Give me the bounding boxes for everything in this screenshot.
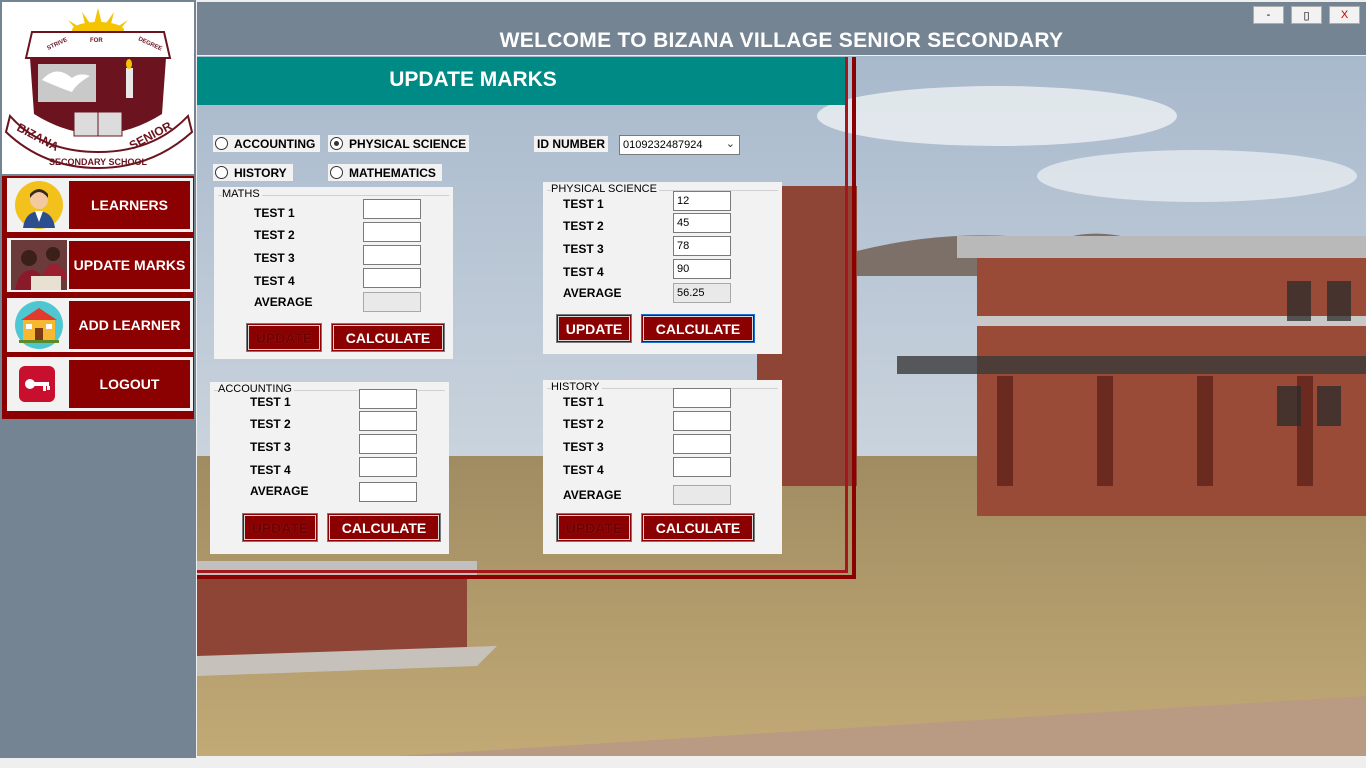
accounting-test4-input[interactable] (359, 457, 417, 477)
history-group: HISTORY TEST 1 TEST 2 TEST 3 TEST 4 AVER… (543, 380, 782, 554)
maths-test3-input[interactable] (363, 245, 421, 265)
accounting-test3-input[interactable] (359, 434, 417, 454)
maths-test2-input[interactable] (363, 222, 421, 242)
group-caption: ACCOUNTING (218, 383, 294, 395)
school-building-icon (11, 300, 67, 350)
radio-history[interactable]: HISTORY (213, 164, 293, 181)
update-marks-title: UPDATE MARKS (389, 68, 557, 91)
key-icon (11, 359, 67, 409)
close-button[interactable]: X (1329, 6, 1360, 24)
test2-label: TEST 2 (250, 417, 291, 431)
radio-dot (330, 137, 343, 150)
group-caption: HISTORY (551, 381, 602, 393)
school-logo: STRIVE FOR DEGREE BIZANA SENIOR SECONDAR… (2, 2, 194, 174)
history-test4-input[interactable] (673, 457, 731, 477)
sidebar-item-label: LOGOUT (69, 360, 190, 408)
accounting-test1-input[interactable] (359, 389, 417, 409)
id-number-label: ID NUMBER (534, 136, 608, 152)
test1-label: TEST 1 (254, 206, 295, 220)
test3-label: TEST 3 (563, 242, 604, 256)
sidebar-item-label: ADD LEARNER (69, 301, 190, 349)
history-calculate-button[interactable]: CALCULATE (641, 513, 755, 542)
radio-physical-science[interactable]: PHYSICAL SCIENCE (328, 135, 469, 152)
sidebar-item-label: UPDATE MARKS (69, 241, 190, 289)
maths-average-field (363, 292, 421, 312)
history-test2-input[interactable] (673, 411, 731, 431)
physical-science-test3-input[interactable]: 78 (673, 236, 731, 256)
nav-panel: LEARNERS UPDATE MARKS ADD LEARNER LOGOUT (2, 176, 194, 419)
minimize-button[interactable]: - (1253, 6, 1284, 24)
test3-label: TEST 3 (254, 251, 295, 265)
svg-text:SECONDARY SCHOOL: SECONDARY SCHOOL (49, 157, 148, 167)
update-marks-header: UPDATE MARKS (197, 57, 845, 105)
svg-text:FOR: FOR (90, 38, 103, 44)
test4-label: TEST 4 (563, 463, 604, 477)
average-label: AVERAGE (563, 488, 622, 502)
maths-test4-input[interactable] (363, 268, 421, 288)
average-label: AVERAGE (254, 295, 313, 309)
average-label: AVERAGE (563, 286, 622, 300)
radio-dot (215, 137, 228, 150)
group-caption: MATHS (222, 188, 262, 200)
physical-science-group: PHYSICAL SCIENCE TEST 1 TEST 2 TEST 3 TE… (543, 182, 782, 354)
sidebar: STRIVE FOR DEGREE BIZANA SENIOR SECONDAR… (0, 0, 196, 758)
physical-science-test4-input[interactable]: 90 (673, 259, 731, 279)
radio-label: HISTORY (234, 165, 287, 180)
sidebar-item-update-marks[interactable]: UPDATE MARKS (7, 238, 193, 292)
maths-calculate-button[interactable]: CALCULATE (331, 323, 445, 352)
physical-science-test1-input[interactable]: 12 (673, 191, 731, 211)
test1-label: TEST 1 (563, 197, 604, 211)
history-test1-input[interactable] (673, 388, 731, 408)
accounting-average-field (359, 482, 417, 502)
sidebar-item-learners[interactable]: LEARNERS (7, 178, 193, 232)
maximize-button[interactable]: ▯ (1291, 6, 1322, 24)
test3-label: TEST 3 (250, 440, 291, 454)
radio-label: MATHEMATICS (349, 165, 436, 180)
history-update-button[interactable]: UPDATE (556, 513, 632, 542)
physical-science-average-field: 56.25 (673, 283, 731, 303)
page-title: WELCOME TO BIZANA VILLAGE SENIOR SECONDA… (499, 29, 1064, 52)
accounting-group: ACCOUNTING TEST 1 TEST 2 TEST 3 TEST 4 A… (210, 382, 449, 554)
test1-label: TEST 1 (563, 395, 604, 409)
accounting-calculate-button[interactable]: CALCULATE (327, 513, 441, 542)
maths-update-button[interactable]: UPDATE (246, 323, 322, 352)
accounting-test2-input[interactable] (359, 411, 417, 431)
id-number-dropdown[interactable]: 0109232487924 ⌄ (619, 135, 740, 155)
average-label: AVERAGE (250, 484, 309, 498)
window-bottom-edge (0, 758, 1366, 768)
physical-science-update-button[interactable]: UPDATE (556, 314, 632, 343)
id-number-value: 0109232487924 (623, 139, 703, 151)
test4-label: TEST 4 (254, 274, 295, 288)
accounting-update-button[interactable]: UPDATE (242, 513, 318, 542)
maths-group: MATHS TEST 1 TEST 2 TEST 3 TEST 4 AVERAG… (214, 187, 453, 359)
test2-label: TEST 2 (563, 219, 604, 233)
sidebar-item-label: LEARNERS (69, 181, 190, 229)
student-avatar-icon (11, 180, 67, 230)
sidebar-item-logout[interactable]: LOGOUT (7, 357, 193, 411)
sidebar-item-add-learner[interactable]: ADD LEARNER (7, 298, 193, 352)
students-photo-icon (11, 240, 67, 290)
test2-label: TEST 2 (254, 228, 295, 242)
test4-label: TEST 4 (563, 265, 604, 279)
radio-label: PHYSICAL SCIENCE (349, 136, 467, 151)
history-average-field (673, 485, 731, 505)
radio-dot (330, 166, 343, 179)
school-crest-icon: STRIVE FOR DEGREE BIZANA SENIOR SECONDAR… (4, 8, 194, 170)
group-caption: PHYSICAL SCIENCE (551, 183, 659, 195)
maths-test1-input[interactable] (363, 199, 421, 219)
radio-label: ACCOUNTING (234, 136, 316, 151)
history-test3-input[interactable] (673, 434, 731, 454)
test2-label: TEST 2 (563, 417, 604, 431)
title-bar: WELCOME TO BIZANA VILLAGE SENIOR SECONDA… (197, 2, 1366, 55)
test1-label: TEST 1 (250, 395, 291, 409)
radio-dot (215, 166, 228, 179)
physical-science-calculate-button[interactable]: CALCULATE (641, 314, 755, 343)
test3-label: TEST 3 (563, 440, 604, 454)
radio-mathematics[interactable]: MATHEMATICS (328, 164, 442, 181)
test4-label: TEST 4 (250, 463, 291, 477)
chevron-down-icon: ⌄ (725, 138, 735, 150)
physical-science-test2-input[interactable]: 45 (673, 213, 731, 233)
radio-accounting[interactable]: ACCOUNTING (213, 135, 320, 152)
